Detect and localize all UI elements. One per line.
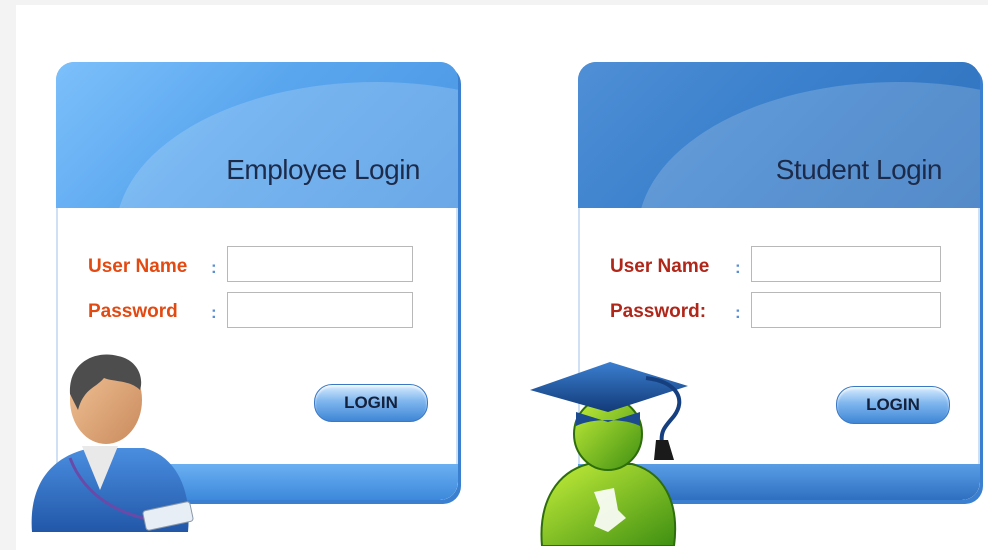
student-password-label: Password: (610, 301, 707, 322)
student-username-colon: : (735, 258, 741, 277)
header-swoosh (638, 82, 980, 208)
employee-login-title: Employee Login (226, 154, 420, 185)
header-swoosh (116, 82, 458, 208)
employee-person-icon (31, 354, 194, 532)
employee-username-colon: : (211, 258, 217, 277)
employee-card-header: Employee Login (56, 62, 458, 208)
student-password-input[interactable] (751, 292, 941, 328)
student-password-colon: : (735, 303, 741, 322)
graduate-student-icon (530, 362, 688, 546)
student-username-input[interactable] (751, 246, 941, 282)
employee-login-button[interactable]: LOGIN (314, 384, 428, 422)
student-username-label: User Name (610, 256, 710, 277)
student-card-header: Student Login (578, 62, 980, 208)
employee-password-input[interactable] (227, 292, 413, 328)
employee-username-label: User Name (88, 256, 188, 277)
employee-username-input[interactable] (227, 246, 413, 282)
employee-password-colon: : (211, 303, 217, 322)
student-login-title: Student Login (775, 154, 943, 185)
student-login-button[interactable]: LOGIN (836, 386, 950, 424)
employee-password-label: Password (88, 301, 178, 322)
